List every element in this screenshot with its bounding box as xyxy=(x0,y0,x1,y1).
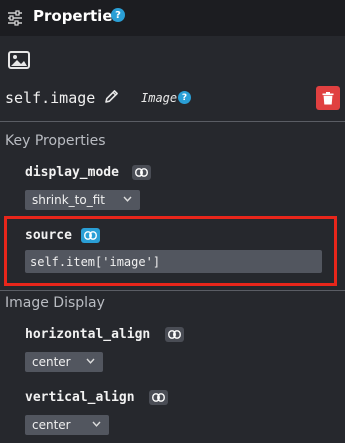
panel-header: Properties ? xyxy=(0,0,345,36)
link-icon xyxy=(168,330,181,339)
component-type: Image xyxy=(141,91,178,105)
component-name: self.image xyxy=(5,89,96,107)
vertical-align-value: center xyxy=(32,418,71,432)
divider xyxy=(0,290,345,291)
display-mode-label: display_mode xyxy=(25,165,119,180)
section-key-properties: Key Properties xyxy=(5,133,106,149)
link-icon xyxy=(135,168,148,177)
vertical-align-link-button[interactable] xyxy=(149,390,168,405)
sliders-icon[interactable] xyxy=(7,10,23,26)
section-image-display: Image Display xyxy=(5,295,105,311)
vertical-align-dropdown[interactable]: center xyxy=(25,415,109,435)
chevron-down-icon xyxy=(92,421,101,427)
horizontal-align-link-button[interactable] xyxy=(165,327,184,342)
image-icon xyxy=(8,51,30,69)
horizontal-align-label: horizontal_align xyxy=(25,327,151,342)
panel-title: Properties xyxy=(33,7,122,25)
chevron-down-icon xyxy=(86,358,95,364)
link-icon xyxy=(152,393,165,402)
highlight-box xyxy=(4,216,337,286)
help-icon[interactable]: ? xyxy=(111,8,125,22)
pencil-icon[interactable] xyxy=(103,88,120,105)
chevron-down-icon xyxy=(123,196,132,202)
display-mode-dropdown[interactable]: shrink_to_fit xyxy=(25,190,140,210)
horizontal-align-dropdown[interactable]: center xyxy=(25,352,103,372)
delete-button[interactable] xyxy=(316,86,340,110)
vertical-align-label: vertical_align xyxy=(25,390,135,405)
display-mode-value: shrink_to_fit xyxy=(32,193,105,207)
horizontal-align-value: center xyxy=(32,355,71,369)
trash-icon xyxy=(322,91,334,104)
divider xyxy=(0,121,345,122)
display-mode-link-button[interactable] xyxy=(132,165,151,180)
component-type-help-icon[interactable]: ? xyxy=(178,91,191,104)
